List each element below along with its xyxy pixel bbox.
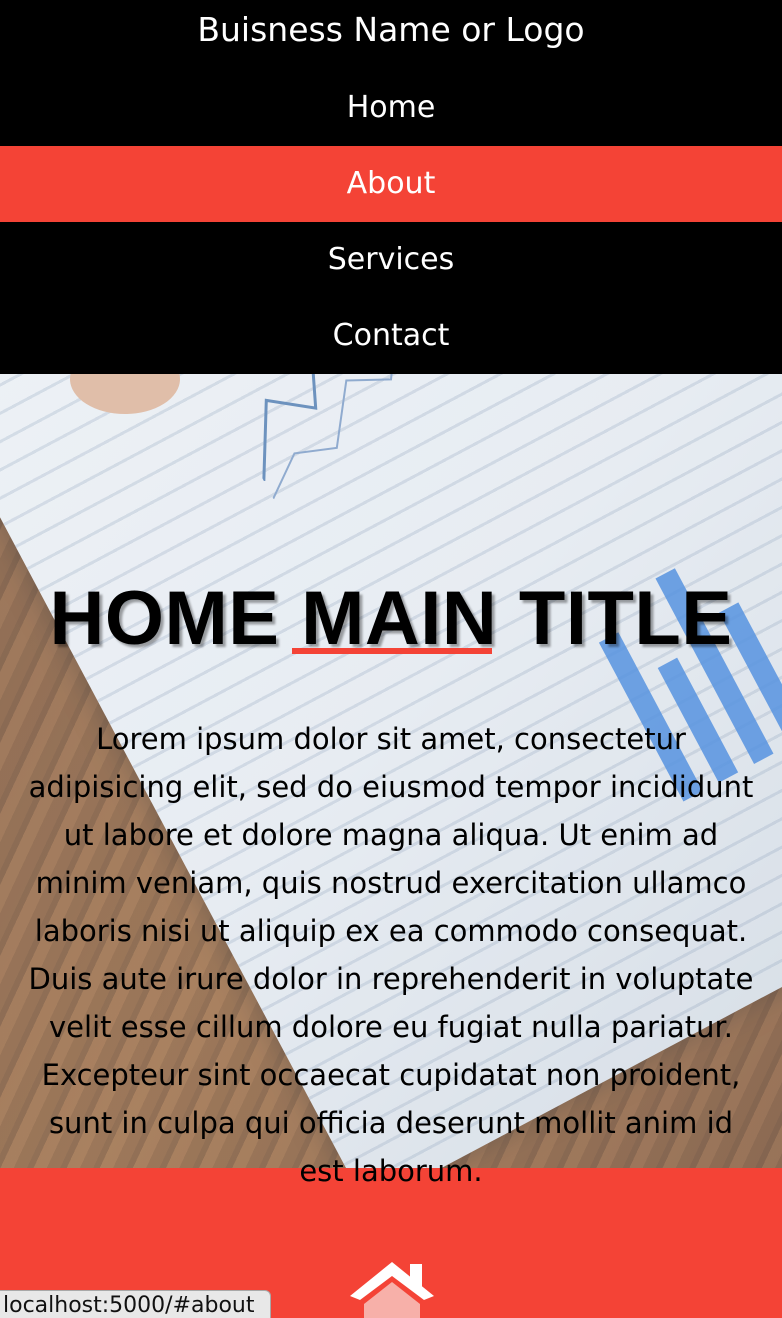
nav-item-about[interactable]: About: [0, 146, 782, 222]
nav-item-services[interactable]: Services: [0, 222, 782, 298]
main-nav: Home About Services Contact: [0, 70, 782, 374]
home-icon: [350, 1262, 434, 1318]
status-bar-url: localhost:5000/#about: [0, 1290, 272, 1318]
brand-logo[interactable]: Buisness Name or Logo: [0, 0, 782, 62]
title-divider: [292, 648, 492, 654]
nav-item-home[interactable]: Home: [0, 70, 782, 146]
nav-item-contact[interactable]: Contact: [0, 298, 782, 374]
hero-description: Lorem ipsum dolor sit amet, consectetur …: [28, 722, 754, 1188]
page: Buisness Name or Logo Home About Service…: [0, 0, 782, 1318]
nav-spacer: [0, 62, 782, 70]
